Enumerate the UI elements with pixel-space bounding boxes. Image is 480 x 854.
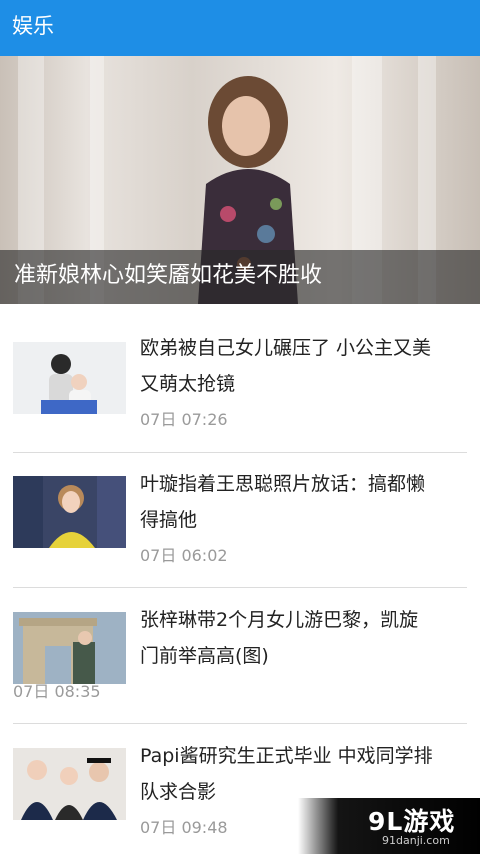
news-title: 欧弟被自己女儿碾压了 小公主又美 又萌太抢镜 (140, 337, 432, 395)
news-thumbnail (13, 612, 126, 684)
divider (13, 452, 467, 453)
news-title: 张梓琳带2个月女儿游巴黎，凯旋 门前举高高(图) (140, 609, 419, 667)
hero-caption-bar: 准新娘林心如笑靥如花美不胜收 (0, 250, 480, 304)
news-thumbnail (13, 342, 126, 414)
news-time: 07日 07:26 (140, 410, 228, 429)
divider (13, 723, 467, 724)
page-title: 娱乐 (12, 14, 54, 38)
watermark-site: 91danji.com (382, 834, 450, 847)
app-bar: 娱乐 (0, 0, 480, 56)
hero-caption: 准新娘林心如笑靥如花美不胜收 (14, 263, 323, 288)
news-time: 07日 09:48 (140, 818, 228, 837)
watermark: 9L游戏 91danji.com (298, 798, 480, 854)
hero-banner[interactable]: 准新娘林心如笑靥如花美不胜收 (0, 56, 480, 304)
news-thumbnail (13, 748, 126, 820)
news-item[interactable]: 欧弟被自己女儿碾压了 小公主又美 又萌太抢镜 07日 07:26 (13, 322, 467, 432)
news-item[interactable]: 张梓琳带2个月女儿游巴黎，凯旋 门前举高高(图) 07日 08:35 (13, 594, 467, 704)
news-title: 叶璇指着王思聪照片放话：搞都懒 得搞他 (140, 473, 426, 531)
news-item[interactable]: 叶璇指着王思聪照片放话：搞都懒 得搞他 07日 06:02 (13, 458, 467, 568)
watermark-logo: 9L游戏 (368, 807, 456, 836)
divider (13, 587, 467, 588)
news-thumbnail (13, 476, 126, 548)
news-time: 07日 06:02 (140, 546, 228, 565)
news-time: 07日 08:35 (13, 682, 101, 701)
